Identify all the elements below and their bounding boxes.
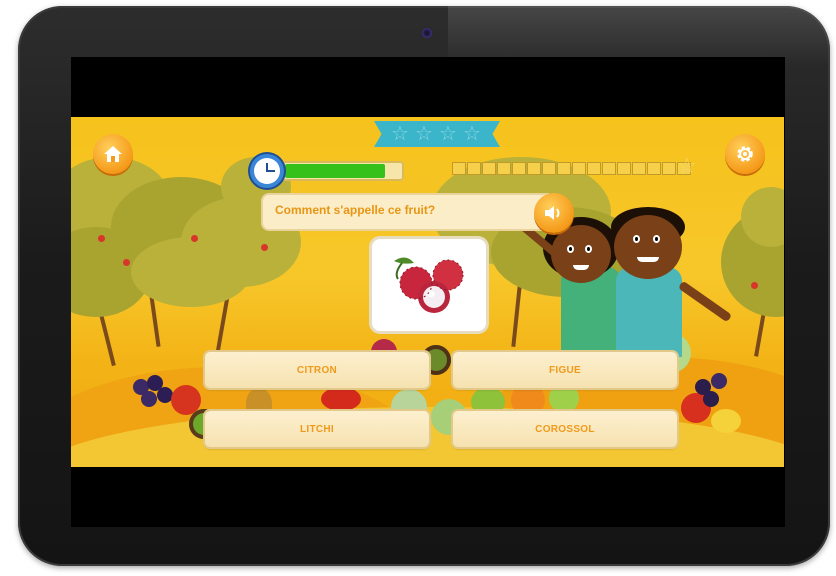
timer-bar — [282, 161, 404, 181]
progress-cell — [587, 162, 601, 175]
grapes — [703, 391, 719, 407]
home-button[interactable] — [93, 134, 133, 174]
answer-button-corossol[interactable]: COROSSOL — [453, 411, 677, 447]
camera-icon — [422, 28, 432, 38]
lychee-image — [394, 257, 464, 313]
progress-cell — [617, 162, 631, 175]
star-icon: ☆ — [463, 123, 481, 145]
progress-cell — [527, 162, 541, 175]
gear-icon — [737, 146, 753, 162]
answer-button-litchi[interactable]: LITCHI — [205, 411, 429, 447]
progress-cell — [632, 162, 646, 175]
progress-cell — [467, 162, 481, 175]
apple — [191, 235, 198, 242]
lemon — [711, 409, 741, 433]
answer-label: FIGUE — [548, 364, 582, 376]
star-icon: ☆ — [439, 123, 457, 145]
star-icon: ☆ — [415, 123, 433, 145]
grapes — [141, 391, 157, 407]
answer-button-figue[interactable]: FIGUE — [453, 352, 677, 388]
question-box: Comment s'appelle ce fruit? — [263, 195, 553, 229]
grapes — [711, 373, 727, 389]
tomato — [171, 385, 201, 415]
progress-cell — [452, 162, 466, 175]
clock-icon — [250, 154, 284, 188]
answer-label: CITRON — [296, 364, 338, 376]
apple — [261, 244, 268, 251]
progress-cell — [647, 162, 661, 175]
apple — [751, 282, 758, 289]
progress-cell — [602, 162, 616, 175]
tree-canopy — [131, 237, 251, 307]
star-icon: ☆ — [391, 123, 409, 145]
stars-ribbon: ☆ ☆ ☆ ☆ — [374, 121, 500, 147]
progress-cell — [572, 162, 586, 175]
game-viewport: ☆ ☆ ☆ ☆ ☆ Comment s'appelle ce fruit? CI… — [71, 117, 784, 467]
progress-cell — [512, 162, 526, 175]
apple — [98, 235, 105, 242]
answer-label: LITCHI — [299, 423, 335, 435]
progress-cell — [557, 162, 571, 175]
home-icon — [104, 146, 122, 162]
speaker-button[interactable] — [534, 193, 574, 233]
star-icon: ☆ — [677, 153, 697, 178]
timer-fill — [285, 164, 385, 178]
answer-label: COROSSOL — [535, 423, 595, 435]
settings-button[interactable] — [725, 134, 765, 174]
speaker-icon — [545, 206, 560, 220]
progress-cell — [662, 162, 676, 175]
question-text: Comment s'appelle ce fruit? — [275, 203, 436, 217]
progress-cell — [542, 162, 556, 175]
pepper — [321, 387, 361, 411]
fruit-image-card — [372, 239, 486, 331]
progress-track — [452, 162, 692, 175]
apple — [123, 259, 130, 266]
progress-cell — [497, 162, 511, 175]
progress-cell — [482, 162, 496, 175]
answer-button-citron[interactable]: CITRON — [205, 352, 429, 388]
